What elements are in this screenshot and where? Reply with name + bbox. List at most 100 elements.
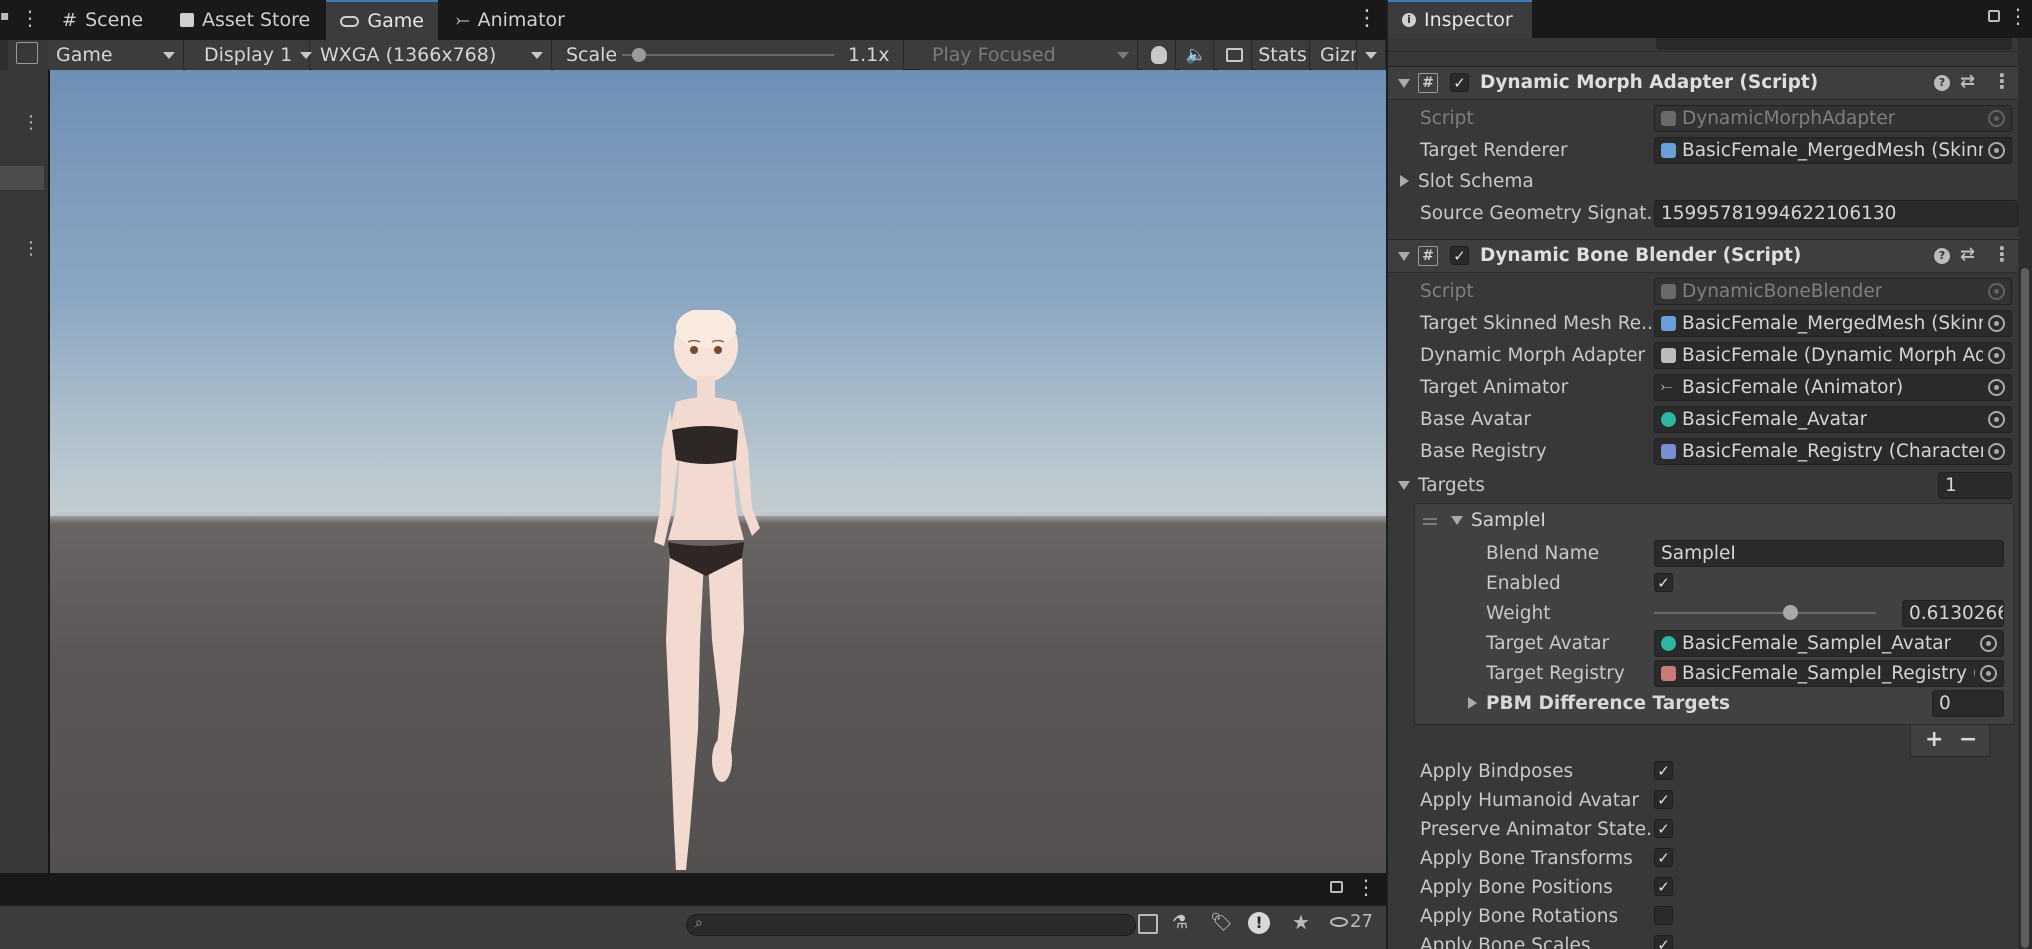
remove-element-button[interactable]: −	[1959, 727, 1977, 752]
hierarchy-menu-icon[interactable]: ⋮	[22, 112, 40, 133]
warning-icon[interactable]: !	[1248, 912, 1270, 934]
inspector-menu-icon[interactable]: ⋮	[2008, 4, 2028, 28]
star-icon[interactable]: ★	[1292, 910, 1310, 934]
hierarchy-selected-row[interactable]	[0, 166, 44, 190]
weight-slider-handle[interactable]	[1783, 605, 1799, 620]
mute-audio-button[interactable]: 🔈	[1180, 40, 1214, 70]
target-renderer-field[interactable]: BasicFemale_MergedMesh (Skinned	[1654, 136, 2012, 164]
apply-humanoid-avatar-checkbox[interactable]: ✓	[1654, 790, 1673, 809]
morph-adapter-ref-row: Dynamic Morph Adapter BasicFemale (Dynam…	[1388, 339, 2032, 371]
foldout-arrow-icon[interactable]	[1398, 481, 1410, 490]
foldout-arrow-icon[interactable]	[1398, 79, 1410, 88]
visible-count[interactable]: 27	[1330, 911, 1373, 932]
component-enabled-checkbox[interactable]: ✓	[1450, 246, 1469, 265]
base-registry-field[interactable]: BasicFemale_Registry (Character Bo	[1654, 437, 2012, 465]
apply-bone-transforms-checkbox[interactable]: ✓	[1654, 848, 1673, 867]
pbm-count-field[interactable]: 0	[1932, 689, 2004, 717]
eye-icon	[1330, 916, 1348, 927]
component-enabled-checkbox[interactable]: ✓	[1450, 73, 1469, 92]
bug-button[interactable]	[1142, 40, 1176, 70]
target-registry-field[interactable]: BasicFemale_SampleI_Registry (Cha	[1654, 659, 2004, 687]
pbm-targets-row[interactable]: PBM Difference Targets 0	[1388, 687, 2032, 719]
filter-icon[interactable]: ⚗	[1172, 912, 1188, 933]
console-menu-icon[interactable]: ⋮	[1356, 875, 1376, 899]
game-tab-menu-icon[interactable]: ⋮	[1356, 6, 1378, 32]
signature-row: Source Geometry Signat... 15995781994622…	[1388, 197, 2032, 229]
object-picker-icon[interactable]	[1988, 410, 2005, 428]
base-avatar-field[interactable]: BasicFemale_Avatar	[1654, 405, 2012, 433]
targets-row[interactable]: Targets 1	[1388, 469, 2032, 501]
enabled-checkbox[interactable]: ✓	[1654, 573, 1673, 592]
target-element-foldout[interactable]: SampleI	[1451, 510, 1546, 531]
component-title: Dynamic Morph Adapter (Script)	[1480, 72, 1819, 93]
gizmos-dropdown[interactable]	[1356, 40, 1386, 70]
tab-inspector[interactable]: i Inspector	[1388, 0, 1532, 38]
tab-asset-store[interactable]: Asset Store	[166, 0, 324, 40]
maximize-icon[interactable]	[16, 42, 38, 64]
apply-bindposes-checkbox[interactable]: ✓	[1654, 761, 1673, 780]
tab-animator[interactable]: ⤚ Animator	[442, 0, 579, 40]
foldout-arrow-icon[interactable]	[1468, 697, 1477, 709]
morph-adapter-field[interactable]: BasicFemale (Dynamic Morph Adapt	[1654, 341, 2012, 369]
hierarchy-scene-menu-icon[interactable]: ⋮	[22, 238, 40, 259]
object-picker-icon[interactable]	[1988, 378, 2005, 396]
weight-value-field[interactable]: 0.6130266	[1902, 599, 2004, 627]
object-picker-icon[interactable]	[1988, 314, 2005, 332]
avatar-icon	[1661, 411, 1676, 427]
field-label: Base Registry	[1420, 440, 1547, 462]
blend-name-input[interactable]: SampleI	[1654, 539, 2004, 567]
apply-bone-scales-checkbox[interactable]: ✓	[1654, 935, 1673, 949]
help-icon[interactable]: ?	[1934, 75, 1950, 91]
scriptable-object-icon	[1661, 665, 1676, 681]
stats-button[interactable]: Stats	[1256, 40, 1310, 70]
weight-slider-track[interactable]	[1654, 612, 1876, 614]
console-search-input[interactable]: ⌕	[686, 914, 1136, 936]
component-menu-icon[interactable]: ⋮	[1992, 242, 2012, 266]
bone-blender-header[interactable]: # ✓ Dynamic Bone Blender (Script) ? ⇄ ⋮	[1388, 239, 2018, 273]
scale-value: 1.1x	[848, 44, 890, 66]
slot-schema-row[interactable]: Slot Schema	[1388, 165, 2032, 197]
object-picker-icon[interactable]	[1980, 664, 1997, 682]
presets-icon[interactable]: ⇄	[1960, 244, 1975, 265]
morph-adapter-header[interactable]: # ✓ Dynamic Morph Adapter (Script) ? ⇄ ⋮	[1388, 66, 2018, 100]
resolution-dropdown[interactable]: WXGA (1366x768)	[312, 40, 552, 70]
scale-slider-track[interactable]	[622, 54, 834, 56]
target-avatar-field[interactable]: BasicFemale_SampleI_Avatar	[1654, 629, 2004, 657]
tab-game[interactable]: Game	[326, 0, 438, 40]
apply-bone-rotations-checkbox[interactable]	[1654, 906, 1673, 925]
foldout-arrow-icon[interactable]	[1451, 516, 1463, 525]
tab-label: Asset Store	[202, 9, 311, 31]
foldout-arrow-icon[interactable]	[1400, 175, 1409, 187]
object-picker-icon[interactable]	[1988, 442, 2005, 460]
foldout-arrow-icon[interactable]	[1398, 252, 1410, 261]
field-label: Source Geometry Signat...	[1420, 202, 1665, 224]
tag-icon[interactable]: 🏷	[1210, 912, 1233, 933]
targets-count-field[interactable]: 1	[1938, 471, 2012, 499]
object-picker-icon[interactable]	[1980, 634, 1997, 652]
help-icon[interactable]: ?	[1934, 248, 1950, 264]
game-viewport[interactable]	[48, 70, 1386, 873]
tab-scene[interactable]: # Scene	[48, 0, 157, 40]
presets-icon[interactable]: ⇄	[1960, 71, 1975, 92]
apply-bone-positions-checkbox[interactable]: ✓	[1654, 877, 1673, 896]
play-mode-dropdown[interactable]: Play Focused	[920, 40, 1138, 70]
toggle-label: Apply Humanoid Avatar	[1420, 789, 1639, 811]
more-icon[interactable]: ⋮	[20, 6, 40, 30]
drag-handle-icon[interactable]	[1423, 518, 1437, 520]
display-dropdown[interactable]: Display 1	[186, 40, 313, 70]
game-view-dropdown[interactable]: Game	[48, 40, 184, 70]
component-menu-icon[interactable]: ⋮	[1992, 69, 2012, 93]
lock-icon[interactable]	[1330, 881, 1343, 893]
shortcuts-button[interactable]	[1218, 40, 1252, 70]
signature-field[interactable]: 15995781994622106130	[1654, 199, 2018, 227]
lock-icon[interactable]: ▪	[0, 8, 10, 30]
target-skinned-field[interactable]: BasicFemale_MergedMesh (Skinned	[1654, 309, 2012, 337]
preserve-animator-state-checkbox[interactable]: ✓	[1654, 819, 1673, 838]
object-picker-icon[interactable]	[1988, 346, 2005, 364]
lock-icon[interactable]	[1988, 10, 2000, 22]
add-element-button[interactable]: +	[1925, 727, 1943, 752]
target-animator-field[interactable]: ⤚ BasicFemale (Animator)	[1654, 373, 2012, 401]
open-external-icon[interactable]	[1138, 914, 1158, 934]
scale-slider-handle[interactable]	[632, 48, 646, 62]
object-picker-icon[interactable]	[1988, 141, 2005, 159]
